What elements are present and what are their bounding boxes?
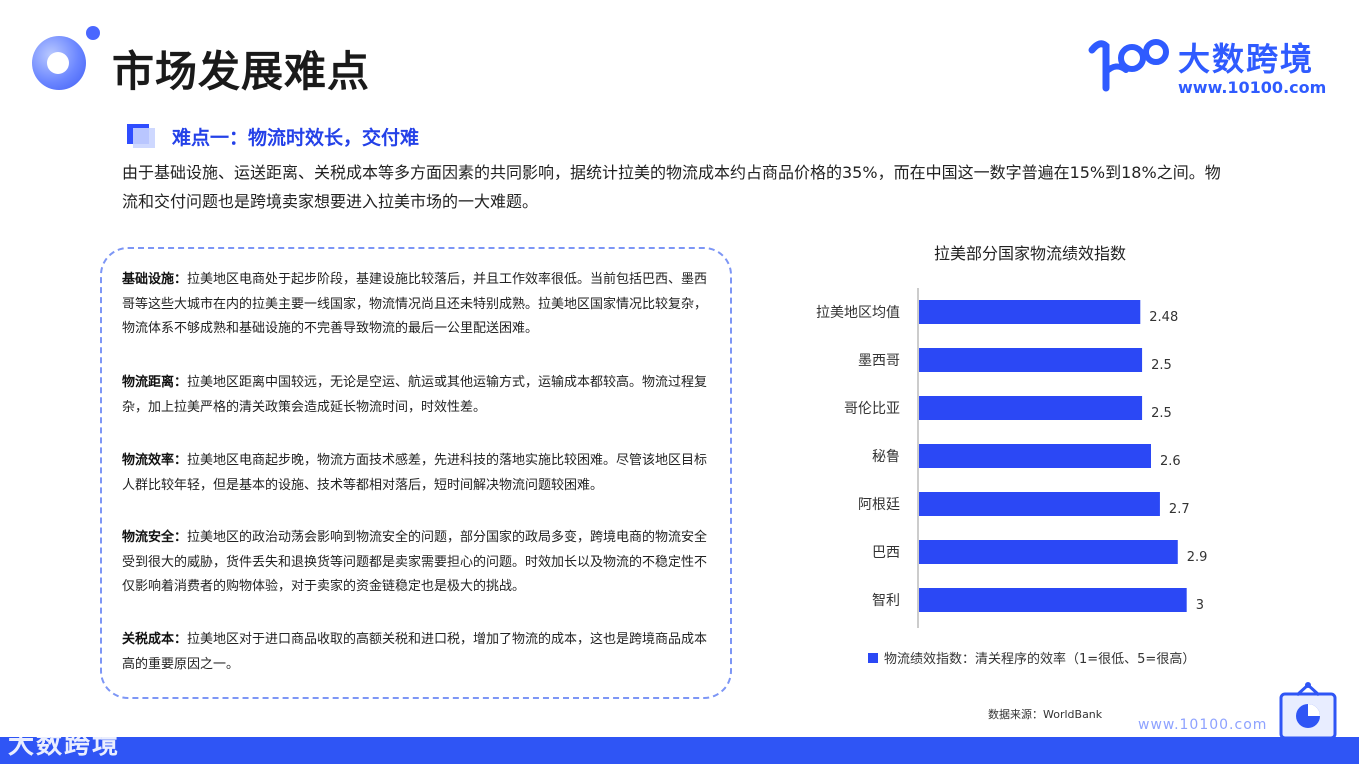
difficulty-paragraph: 关税成本：拉美地区对于进口商品收取的高额关税和进口税，增加了物流的成本，这也是跨… [122,628,712,677]
difficulty-text: 拉美地区电商处于起步阶段，基建设施比较落后，并且工作效率很低。当前包括巴西、墨西… [122,272,708,336]
section-title: 难点一：物流时效长，交付难 [172,127,420,149]
value-label: 3 [1196,598,1204,613]
footer-url: www.10100.com [1138,717,1268,733]
bar [919,348,1143,372]
section-intro: 由于基础设施、运送距离、关税成本等多方面因素的共同影响，据统计拉美的物流成本约占… [122,163,1221,211]
difficulty-label: 基础设施： [122,272,188,287]
category-label: 智利 [872,593,900,609]
decorative-dot [86,26,100,40]
difficulty-paragraph: 物流距离：拉美地区距离中国较远，无论是空运、航运或其他运输方式，运输成本都较高。… [122,371,712,420]
difficulty-paragraph: 物流安全：拉美地区的政治动荡会影响到物流安全的问题，部分国家的政局多变，跨境电商… [122,526,712,600]
bar [919,540,1178,564]
data-source: 数据来源：WorldBank [988,708,1103,721]
difficulty-text: 拉美地区的政治动荡会影响到物流安全的问题，部分国家的政局多变，跨境电商的物流安全… [122,530,708,594]
bar [919,300,1141,324]
difficulty-text: 拉美地区对于进口商品收取的高额关税和进口税，增加了物流的成本，这也是跨境商品成本… [122,632,708,672]
value-label: 2.7 [1169,502,1190,517]
value-label: 2.5 [1151,406,1172,421]
difficulty-label: 关税成本： [122,632,188,647]
presentation-board-icon [1279,682,1337,740]
brand-name: 大数跨境 [1178,40,1315,78]
value-label: 2.48 [1149,310,1178,325]
chart-legend: 物流绩效指数：清关程序的效率（1=很低、5=很高） [868,648,1195,667]
category-label: 阿根廷 [858,497,900,513]
category-label: 秘鲁 [872,449,900,465]
difficulty-label: 物流安全： [122,530,188,545]
brand-logo: 大数跨境 www.10100.com [1086,30,1331,100]
section-icon [127,124,155,148]
category-label: 拉美地区均值 [816,305,900,321]
value-label: 2.5 [1151,358,1172,373]
difficulty-label: 物流距离： [122,375,188,390]
category-label: 墨西哥 [858,353,900,369]
difficulty-text: 拉美地区距离中国较远，无论是空运、航运或其他运输方式，运输成本都较高。物流过程复… [122,375,708,415]
difficulty-label: 物流效率： [122,453,188,468]
bar [919,588,1187,612]
footer-bar [0,737,1359,764]
brand-url: www.10100.com [1178,78,1327,97]
difficulty-text: 拉美地区电商起步晚，物流方面技术感差，先进科技的落地实施比较困难。尽管该地区目标… [122,453,708,493]
difficulty-paragraph: 物流效率：拉美地区电商起步晚，物流方面技术感差，先进科技的落地实施比较困难。尽管… [122,449,712,498]
watermark: 大数跨境 [8,730,121,760]
legend-label: 物流绩效指数：清关程序的效率（1=很低、5=很高） [884,652,1196,667]
brand-logo-icon [1088,39,1169,92]
decorative-circle-hole [47,52,69,74]
bar [919,492,1160,516]
bar-chart: 拉美地区均值 2.48 墨西哥 2.5 哥伦比亚 2.5 秘鲁 2.6 阿根廷 2.7 巴西 2.9 智… [816,288,1208,628]
value-label: 2.6 [1160,454,1181,469]
page-title: 市场发展难点 [112,47,371,96]
bar [919,396,1143,420]
difficulty-paragraph: 基础设施：拉美地区电商处于起步阶段，基建设施比较落后，并且工作效率很低。当前包括… [122,268,712,342]
category-label: 巴西 [872,545,900,561]
chart-title: 拉美部分国家物流绩效指数 [933,244,1126,263]
category-label: 哥伦比亚 [844,401,900,417]
legend-swatch [868,653,878,663]
bar [919,444,1151,468]
value-label: 2.9 [1187,550,1208,565]
